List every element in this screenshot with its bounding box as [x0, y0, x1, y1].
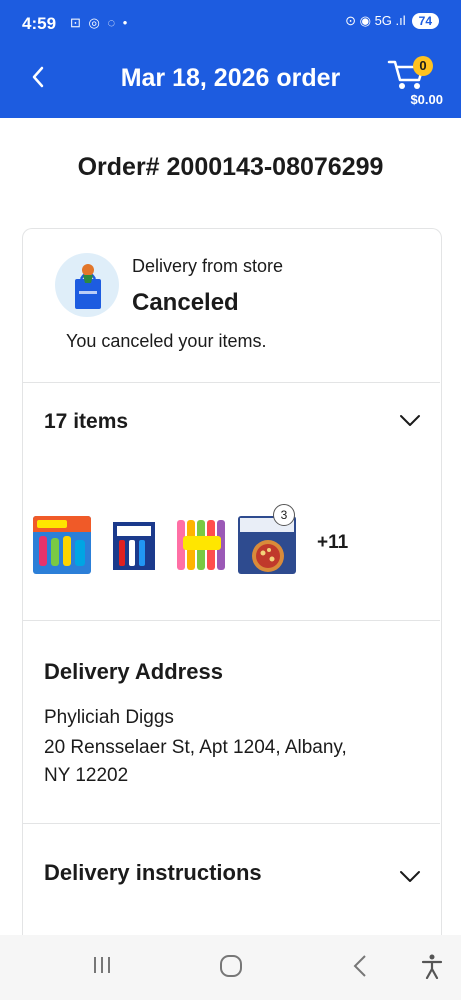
nav-back-button[interactable]: [350, 953, 370, 984]
recent-apps-button[interactable]: [90, 953, 114, 982]
accessibility-button[interactable]: [420, 953, 444, 984]
status-bar: 4:59 ⊡ ◎ ◌ • ⊙ ◉ 5G .ıl 74: [0, 0, 461, 48]
delivery-bag-icon: [55, 253, 119, 317]
status-time: 4:59: [22, 14, 57, 33]
item-thumbnail[interactable]: [173, 516, 231, 574]
home-icon: [220, 955, 242, 977]
signal-icons: ⊙ ◉ 5G .ıl: [345, 13, 406, 28]
accessibility-icon: [421, 954, 443, 980]
item-thumbnail[interactable]: [105, 516, 163, 574]
system-icons: ⊙ ◉ 5G .ıl 74: [345, 13, 439, 29]
order-status: Canceled: [132, 289, 239, 316]
more-items-count[interactable]: +11: [317, 532, 348, 554]
item-thumbnail[interactable]: [33, 516, 91, 574]
status-message: You canceled your items.: [66, 331, 267, 351]
items-expander[interactable]: 17 items: [22, 394, 440, 454]
address-line-2: NY 12202: [44, 765, 129, 786]
address-line-1: 20 Rensselaer St, Apt 1204, Albany,: [44, 737, 347, 758]
cart-button[interactable]: 0 $0.00: [383, 52, 443, 112]
recent-apps-icon: [94, 957, 110, 973]
back-icon: [353, 955, 366, 977]
divider: [22, 382, 440, 383]
system-nav-bar: [0, 935, 461, 1000]
order-number: Order# 2000143-08076299: [77, 153, 384, 181]
delivery-instructions-expander[interactable]: Delivery instructions: [22, 850, 440, 900]
items-count: 17 items: [44, 410, 129, 433]
cart-total: $0.00: [410, 92, 443, 107]
chevron-down-icon: [400, 415, 420, 426]
recipient-name: Phyliciah Diggs: [44, 707, 174, 728]
chevron-down-icon: [400, 871, 420, 882]
home-button[interactable]: [218, 953, 244, 984]
app-header: Mar 18, 2026 order 0 $0.00: [0, 48, 461, 118]
battery-icon: 74: [411, 13, 439, 29]
delivery-type: Delivery from store: [132, 256, 284, 276]
cart-count-badge: 0: [413, 56, 433, 76]
item-quantity-badge: 3: [273, 504, 295, 526]
divider: [22, 620, 440, 621]
delivery-address-heading: Delivery Address: [44, 659, 223, 684]
delivery-instructions-heading: Delivery instructions: [44, 860, 262, 885]
notification-icons: ⊡ ◎ ◌ •: [70, 15, 130, 30]
divider: [22, 823, 440, 824]
